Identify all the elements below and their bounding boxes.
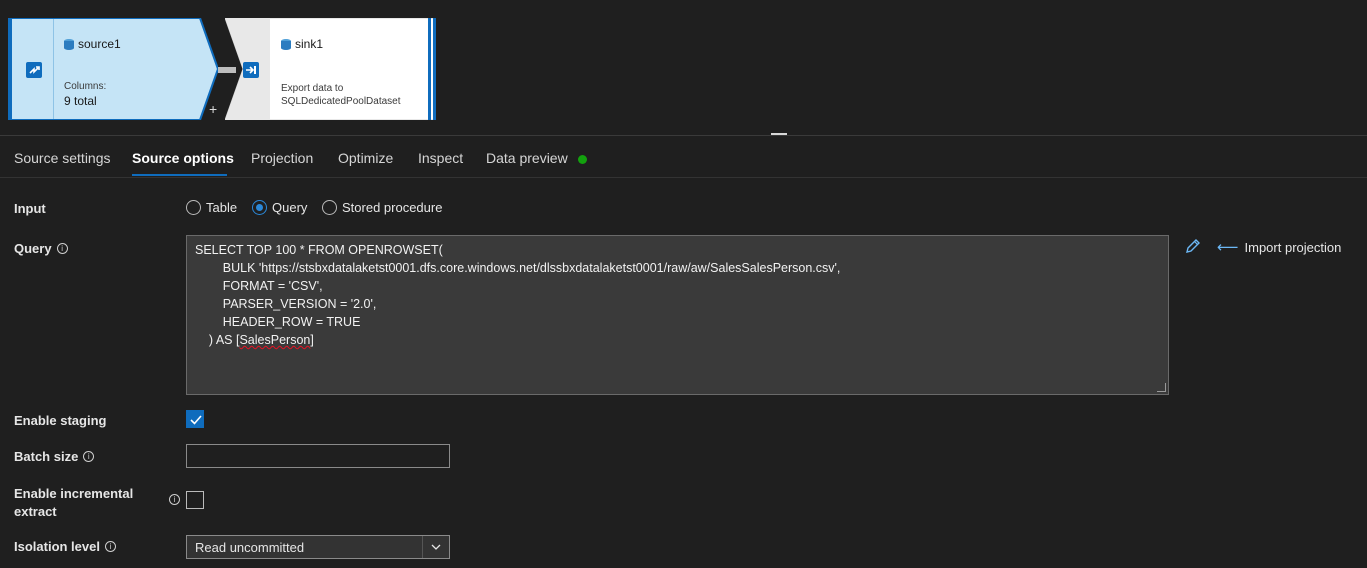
chevron-down-icon[interactable] xyxy=(422,536,449,558)
dataset-icon xyxy=(281,39,291,50)
source-node[interactable]: source1 Columns: 9 total xyxy=(8,18,218,120)
panel-divider xyxy=(0,135,1367,136)
import-projection-label: Import projection xyxy=(1244,240,1342,255)
query-line: PARSER_VERSION = '2.0', xyxy=(195,297,377,311)
tab-optimize[interactable]: Optimize xyxy=(338,150,393,166)
source-transform-icon xyxy=(26,62,42,78)
spellcheck-word: SalesPerson xyxy=(239,333,311,347)
tab-inspect[interactable]: Inspect xyxy=(418,150,463,166)
sink-desc-line2: SQLDedicatedPoolDataset xyxy=(281,96,401,107)
tab-source-settings[interactable]: Source settings xyxy=(14,150,111,166)
info-icon[interactable]: i xyxy=(169,494,180,505)
dataset-icon xyxy=(64,39,74,50)
add-transformation-button[interactable]: + xyxy=(209,101,217,117)
enable-staging-checkbox[interactable] xyxy=(186,410,204,428)
query-editor[interactable]: SELECT TOP 100 * FROM OPENROWSET( BULK '… xyxy=(186,235,1169,395)
info-icon[interactable]: i xyxy=(56,243,68,254)
query-line: BULK 'https://stsbxdatalaketst0001.dfs.c… xyxy=(195,261,841,275)
source-columns-count: 9 total xyxy=(64,94,97,108)
enable-staging-label: Enable staging xyxy=(14,413,107,428)
settings-tab-bar: Source settings Source options Projectio… xyxy=(0,140,1367,178)
info-icon[interactable]: i xyxy=(83,451,95,462)
panel-resize-handle[interactable] xyxy=(771,133,787,135)
incremental-extract-label: Enable incremental extract xyxy=(14,485,133,521)
incremental-extract-checkbox[interactable] xyxy=(186,491,204,509)
radio-table[interactable] xyxy=(186,200,201,215)
tab-data-preview[interactable]: Data preview xyxy=(486,150,568,166)
radio-stored-procedure-label[interactable]: Stored procedure xyxy=(342,200,442,215)
query-line-part: ] xyxy=(310,333,314,347)
data-preview-status-dot xyxy=(578,155,587,164)
input-label: Input xyxy=(14,201,46,216)
query-line: SELECT TOP 100 * FROM OPENROWSET( xyxy=(195,243,443,257)
isolation-level-label: Isolation level i xyxy=(14,539,116,554)
query-line: FORMAT = 'CSV', xyxy=(195,279,323,293)
active-tab-indicator xyxy=(132,174,227,176)
arrow-left-icon: ⟵ xyxy=(1217,239,1239,256)
query-label: Query i xyxy=(14,241,68,256)
source-columns-label: Columns: xyxy=(64,81,107,92)
query-line: ) AS [SalesPerson] xyxy=(195,331,1160,349)
isolation-level-select[interactable]: Read uncommitted xyxy=(186,535,450,559)
incremental-label-line1: Enable incremental xyxy=(14,486,134,501)
radio-query-label[interactable]: Query xyxy=(272,200,307,215)
batch-size-label: Batch size i xyxy=(14,449,95,464)
source-node-title: source1 xyxy=(78,37,121,51)
resize-grip-icon[interactable] xyxy=(1157,383,1166,392)
isolation-level-label-text: Isolation level xyxy=(14,539,100,554)
radio-query[interactable] xyxy=(252,200,267,215)
radio-stored-procedure[interactable] xyxy=(322,200,337,215)
sink-node[interactable]: sink1 Export data to SQLDedicatedPoolDat… xyxy=(225,18,436,120)
edit-pencil-icon[interactable] xyxy=(1184,237,1202,255)
tab-source-options[interactable]: Source options xyxy=(132,150,234,166)
isolation-level-value: Read uncommitted xyxy=(195,540,305,555)
sink-node-title: sink1 xyxy=(295,37,324,51)
batch-size-input[interactable] xyxy=(186,444,450,468)
info-icon[interactable]: i xyxy=(104,541,116,552)
query-line: HEADER_ROW = TRUE xyxy=(195,315,361,329)
import-projection-button[interactable]: ⟵ Import projection xyxy=(1217,238,1341,256)
batch-size-label-text: Batch size xyxy=(14,449,79,464)
sink-desc-line1: Export data to xyxy=(281,83,344,94)
checkmark-icon xyxy=(190,415,202,425)
query-label-text: Query xyxy=(14,241,52,256)
query-line-part: ) AS [ xyxy=(195,333,240,347)
sink-transform-icon xyxy=(243,62,259,78)
tab-projection[interactable]: Projection xyxy=(251,150,313,166)
incremental-label-line2: extract xyxy=(14,504,57,519)
radio-table-label[interactable]: Table xyxy=(206,200,237,215)
